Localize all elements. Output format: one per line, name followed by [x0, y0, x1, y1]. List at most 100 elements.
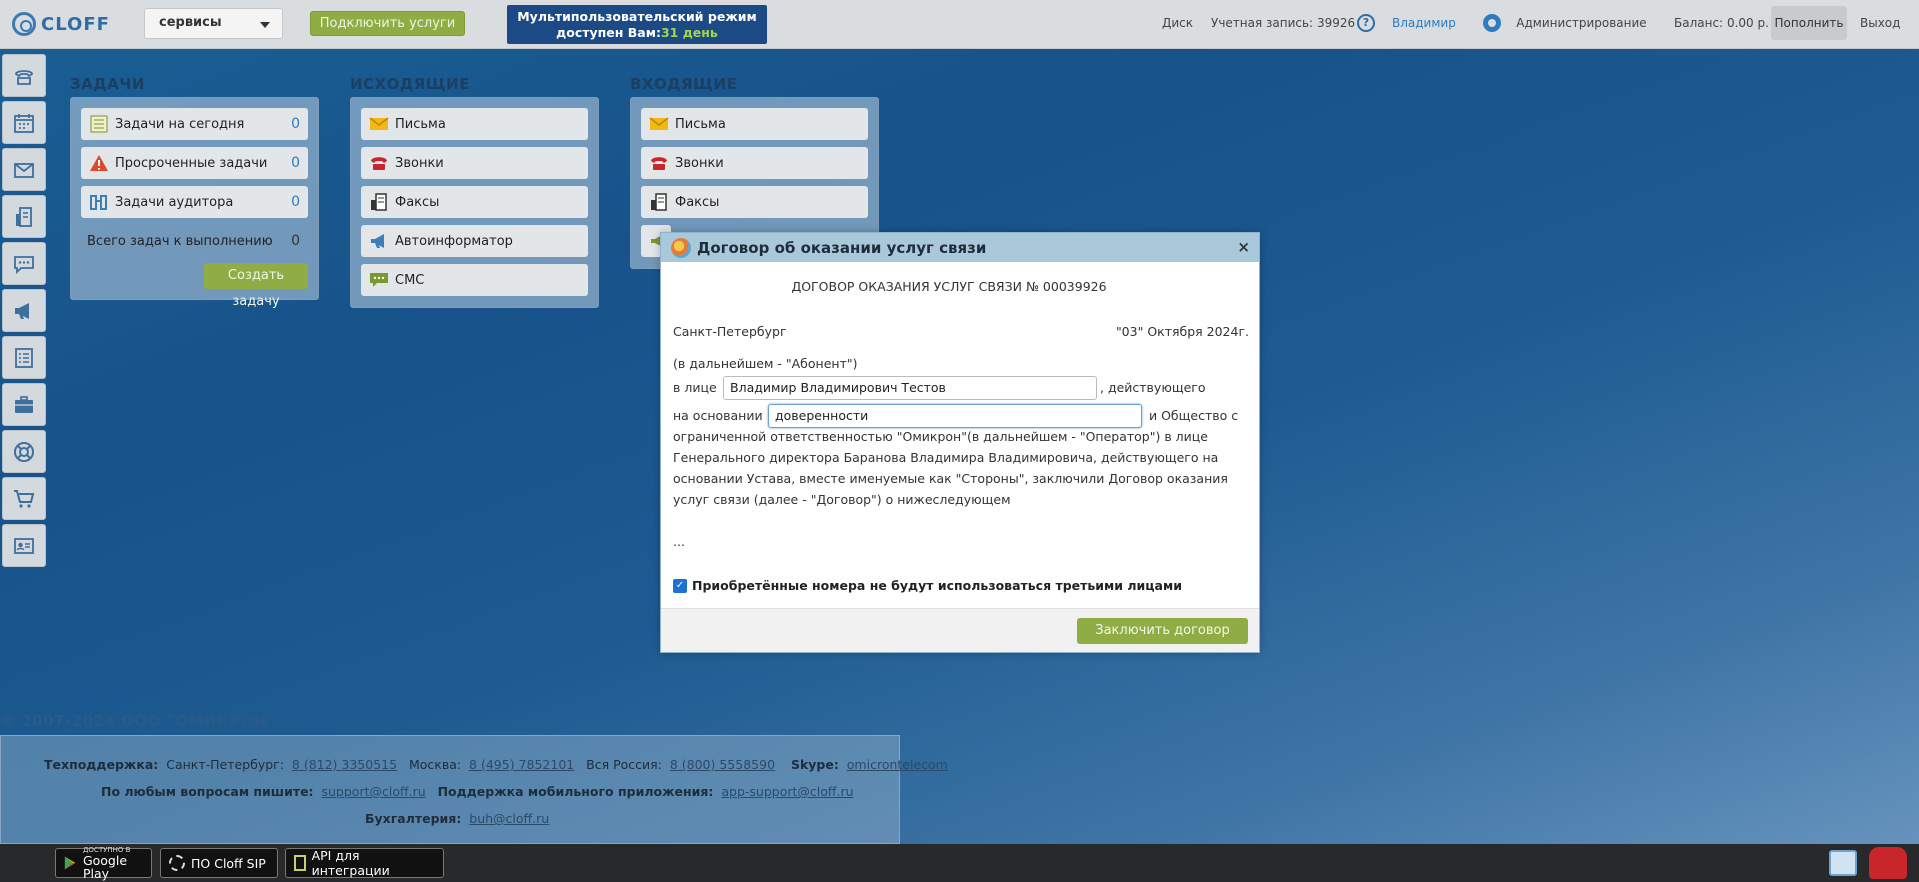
- questions-label: По любым вопросам пишите:: [101, 784, 314, 799]
- cart-icon: [14, 489, 35, 508]
- multiuser-banner[interactable]: Мультипользовательский режим доступен Ва…: [507, 5, 767, 44]
- outgoing-panel: Письма Звонки Факсы Автоинформатор СМС: [350, 97, 599, 308]
- help-button[interactable]: ?: [1357, 0, 1375, 46]
- accounting-email-link[interactable]: buh@cloff.ru: [469, 811, 549, 826]
- outgoing-fax-label: Факсы: [395, 194, 440, 210]
- phone-icon: [15, 69, 33, 85]
- cloff-sip-label: ПО Cloff SIP: [191, 855, 266, 871]
- cloff-logo[interactable]: CLOFF: [12, 12, 110, 36]
- modal-footer: Заключить договор: [661, 608, 1259, 652]
- cloff-sip-button[interactable]: ПО Cloff SIP: [160, 848, 278, 878]
- api-integration-label: API для интеграции: [311, 848, 390, 878]
- cloff-logo-icon: [671, 237, 691, 258]
- contract-paragraph: ограниченной ответственностью "Омикрон"(…: [673, 429, 1228, 507]
- outgoing-calls-label: Звонки: [395, 155, 444, 171]
- fax-icon: [16, 206, 32, 227]
- incoming-fax[interactable]: Факсы: [641, 186, 868, 218]
- sidebar-fax[interactable]: [2, 195, 46, 238]
- tasks-overdue[interactable]: Просроченные задачи 0: [81, 147, 308, 179]
- create-task-button[interactable]: Создать задачу: [204, 263, 308, 309]
- logo-icon: [12, 12, 36, 36]
- sidebar-mail[interactable]: [2, 148, 46, 191]
- mobile-email-link[interactable]: app-support@cloff.ru: [721, 784, 853, 799]
- person-input[interactable]: Владимир Владимирович Тестов: [723, 376, 1097, 400]
- tasks-today[interactable]: Задачи на сегодня 0: [81, 108, 308, 140]
- contract-city: Санкт-Петербург: [673, 324, 787, 339]
- acting-text: , действующего: [1100, 380, 1206, 395]
- envelope-icon: [649, 115, 669, 133]
- services-select[interactable]: сервисы: [144, 8, 283, 39]
- third-party-checkbox[interactable]: ✓ Приобретённые номера не будут использо…: [673, 578, 1182, 593]
- warning-icon: [89, 154, 109, 172]
- mobile-support-label: Поддержка мобильного приложения:: [437, 784, 714, 799]
- tasks-today-count: 0: [291, 116, 300, 132]
- document-icon: [294, 855, 306, 871]
- account-label: Учетная запись:: [1211, 16, 1314, 30]
- sidebar-phone[interactable]: [2, 54, 46, 97]
- chevron-down-icon: [260, 22, 270, 28]
- sidebar-calendar[interactable]: [2, 101, 46, 144]
- chat-icon[interactable]: [1829, 850, 1857, 876]
- contract-ellipsis: ...: [673, 534, 685, 549]
- sidebar-briefcase[interactable]: [2, 383, 46, 426]
- outgoing-sms[interactable]: СМС: [361, 264, 588, 296]
- sidebar-support[interactable]: [2, 430, 46, 473]
- lifebuoy-icon: [14, 441, 34, 462]
- sidebar-sms[interactable]: [2, 242, 46, 285]
- outgoing-mail[interactable]: Письма: [361, 108, 588, 140]
- user-name-link[interactable]: Владимир: [1392, 0, 1456, 46]
- sidebar-cart[interactable]: [2, 477, 46, 520]
- basis-after-text: и Общество с: [1149, 408, 1239, 423]
- russia-phone-link[interactable]: 8 (800) 5558590: [670, 757, 775, 772]
- sidebar-autoinform[interactable]: [2, 289, 46, 332]
- tasks-overdue-count: 0: [291, 155, 300, 171]
- incoming-calls-label: Звонки: [675, 155, 724, 171]
- connect-services-button[interactable]: Подключить услуги: [310, 11, 465, 36]
- spb-phone-link[interactable]: 8 (812) 3350515: [292, 757, 397, 772]
- admin-label: Администрирование: [1516, 16, 1647, 30]
- phone-icon: [369, 154, 389, 172]
- outgoing-autoinform[interactable]: Автоинформатор: [361, 225, 588, 257]
- phone-red-icon[interactable]: [1869, 847, 1907, 879]
- sidebar-contacts[interactable]: [2, 524, 46, 567]
- account-info: Учетная запись: 39926: [1211, 0, 1355, 46]
- admin-link[interactable]: Администрирование: [1483, 0, 1647, 46]
- basis-label: на основании: [673, 408, 763, 423]
- sidebar-tasks[interactable]: [2, 336, 46, 379]
- sign-contract-button[interactable]: Заключить договор: [1077, 618, 1248, 644]
- support-panel: Техподдержка: Санкт-Петербург: 8 (812) 3…: [0, 735, 948, 844]
- support-label: Техподдержка:: [44, 757, 159, 772]
- checkbox-label: Приобретённые номера не будут использова…: [692, 578, 1182, 593]
- fax-icon: [369, 193, 389, 211]
- modal-title: Договор об оказании услуг связи: [697, 238, 987, 257]
- msk-phone-link[interactable]: 8 (495) 7852101: [469, 757, 574, 772]
- skype-link[interactable]: omicrontelecom: [847, 757, 948, 772]
- incoming-mail[interactable]: Письма: [641, 108, 868, 140]
- contract-modal: Договор об оказании услуг связи × ДОГОВО…: [660, 232, 1260, 653]
- tasks-total-count: 0: [291, 233, 300, 249]
- outgoing-calls[interactable]: Звонки: [361, 147, 588, 179]
- logout-link[interactable]: Выход: [1860, 0, 1900, 46]
- envelope-icon: [369, 115, 389, 133]
- multiuser-line1: Мультипользовательский режим: [517, 9, 757, 24]
- close-icon[interactable]: ×: [1237, 238, 1250, 256]
- tasks-today-label: Задачи на сегодня: [115, 116, 245, 132]
- megaphone-icon: [15, 302, 29, 319]
- skype-label: Skype:: [790, 757, 839, 772]
- incoming-calls[interactable]: Звонки: [641, 147, 868, 179]
- outgoing-fax[interactable]: Факсы: [361, 186, 588, 218]
- calendar-icon: [14, 113, 34, 133]
- tasks-auditor[interactable]: Задачи аудитора 0: [81, 186, 308, 218]
- balance-value: 0.00 р.: [1726, 16, 1769, 30]
- outgoing-mail-label: Письма: [395, 116, 446, 132]
- topup-button[interactable]: Пополнить: [1771, 6, 1847, 40]
- binoculars-icon: [89, 193, 109, 211]
- tasks-auditor-count: 0: [291, 194, 300, 210]
- tasks-total-label: Всего задач к выполнению: [87, 233, 273, 249]
- basis-input[interactable]: доверенности: [768, 404, 1142, 428]
- api-integration-button[interactable]: API для интеграции: [285, 848, 444, 878]
- disk-link[interactable]: Диск: [1162, 0, 1193, 46]
- google-play-label: Google Play: [82, 853, 128, 881]
- google-play-button[interactable]: ДОСТУПНО В Google Play: [55, 846, 152, 881]
- support-email-link[interactable]: support@cloff.ru: [322, 784, 426, 799]
